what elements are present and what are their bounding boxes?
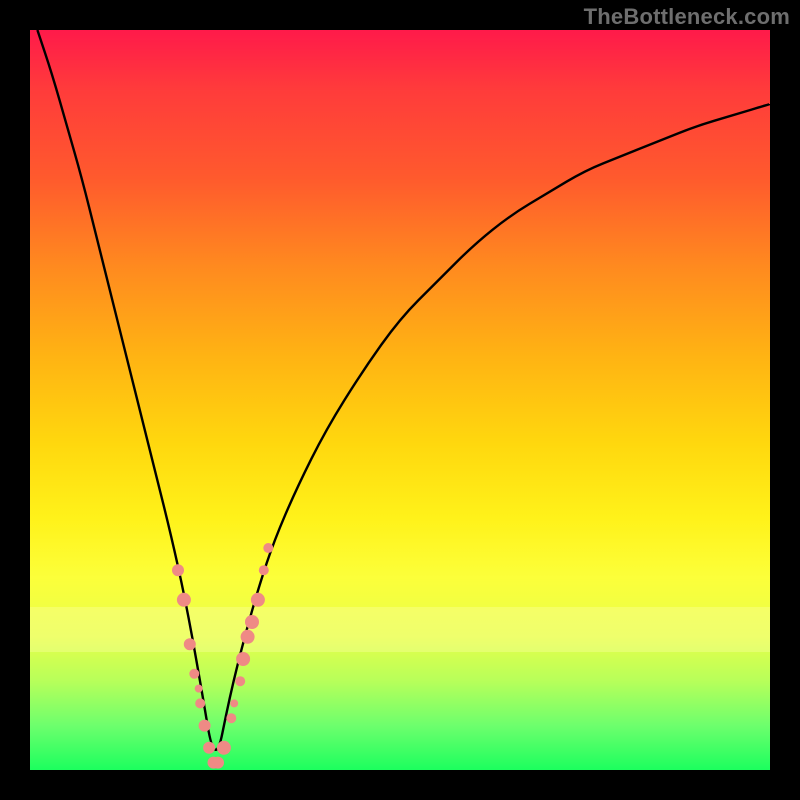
curve-marker — [230, 699, 238, 707]
curve-marker — [251, 593, 265, 607]
curve-marker — [203, 742, 215, 754]
curve-marker — [245, 615, 259, 629]
chart-frame: TheBottleneck.com — [0, 0, 800, 800]
curve-marker — [226, 713, 236, 723]
curve-marker — [189, 669, 199, 679]
curve-marker — [184, 638, 196, 650]
curve-marker — [195, 685, 203, 693]
plot-area — [30, 30, 770, 770]
curve-marker — [195, 698, 205, 708]
curve-marker — [172, 564, 184, 576]
chart-svg — [30, 30, 770, 770]
curve-marker — [199, 720, 211, 732]
curve-marker — [212, 757, 224, 769]
curve-marker — [259, 565, 269, 575]
watermark-text: TheBottleneck.com — [584, 4, 790, 30]
curve-marker — [263, 543, 273, 553]
bottleneck-curve — [37, 30, 770, 750]
curve-marker — [235, 676, 245, 686]
curve-marker — [241, 630, 255, 644]
curve-marker — [236, 652, 250, 666]
curve-marker — [217, 741, 231, 755]
curve-marker — [177, 593, 191, 607]
